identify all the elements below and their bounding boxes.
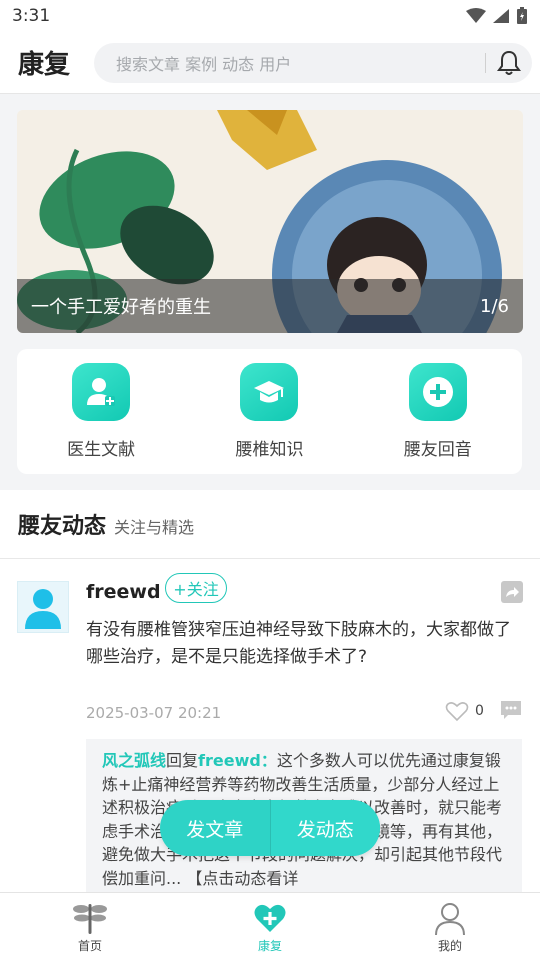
battery-icon xyxy=(517,7,527,24)
graduation-cap-icon xyxy=(240,363,299,421)
reply-from[interactable]: 风之弧线 xyxy=(102,751,166,770)
section-title: 腰友动态 xyxy=(18,514,107,539)
user-icon xyxy=(435,903,465,935)
status-bar: 3:31 xyxy=(0,0,540,32)
nav-label: 首页 xyxy=(77,939,102,953)
nav-label: 康复 xyxy=(257,939,282,953)
quick-item-spine-knowledge[interactable]: 腰椎知识 xyxy=(199,363,339,460)
like-count: 0 xyxy=(475,703,484,719)
section-header: 腰友动态 关注与精选 xyxy=(0,490,540,559)
heart-icon[interactable] xyxy=(445,699,469,723)
nav-item-mine[interactable]: 我的 xyxy=(390,893,510,960)
search-divider xyxy=(485,52,486,73)
quick-item-label: 医生文献 xyxy=(67,440,136,460)
quick-entries: 医生文献 腰椎知识 腰友回音 xyxy=(17,349,522,474)
signal-icon xyxy=(493,9,509,23)
wifi-icon xyxy=(466,8,486,23)
nav-item-home[interactable]: 首页 xyxy=(30,893,150,960)
doctor-icon xyxy=(72,363,131,421)
reply-separator: ： xyxy=(260,751,277,770)
quick-item-patient-echo[interactable]: 腰友回音 xyxy=(368,363,508,460)
quick-item-label: 腰友回音 xyxy=(403,440,472,460)
floating-action-bar: 发文章 发动态 xyxy=(160,800,380,856)
heart-plus-icon xyxy=(254,904,286,932)
banner-indicator: 1/6 xyxy=(480,295,509,317)
nav-item-rehab[interactable]: 康复 xyxy=(210,893,330,960)
home-dragonfly-icon xyxy=(73,904,107,934)
search-bar[interactable]: 搜索文章 案例 动态 用户 xyxy=(94,42,532,83)
bottom-nav: 首页 康复 我的 xyxy=(0,892,540,960)
share-icon[interactable] xyxy=(501,581,523,603)
reply-verb: 回复 xyxy=(166,751,199,770)
app-header: 康复 搜索文章 案例 动态 用户 xyxy=(0,32,540,94)
quick-item-doctor-literature[interactable]: 医生文献 xyxy=(31,363,171,460)
bell-icon[interactable] xyxy=(494,48,524,78)
banner-caption: 一个手工爱好者的重生 xyxy=(31,297,211,318)
status-time: 3:31 xyxy=(12,6,51,26)
post-time: 2025-03-07 20:21 xyxy=(86,704,222,722)
user-avatar-icon xyxy=(25,589,61,629)
post-article-button[interactable]: 发文章 xyxy=(160,800,270,856)
quick-item-label: 腰椎知识 xyxy=(235,440,304,460)
status-icons xyxy=(466,7,528,25)
section-subtitle: 关注与精选 xyxy=(114,518,195,537)
follow-button[interactable]: +关注 xyxy=(165,573,227,603)
post-text[interactable]: 有没有腰椎管狭窄压迫神经导致下肢麻木的，大家都做了哪些治疗，是不是只能选择做手术… xyxy=(86,617,526,671)
banner-caption-bar: 一个手工爱好者的重生 1/6 xyxy=(17,279,523,333)
post-update-button[interactable]: 发动态 xyxy=(269,800,380,856)
avatar[interactable] xyxy=(17,581,69,633)
reply-to[interactable]: freewd xyxy=(198,751,261,770)
plus-circle-icon xyxy=(408,363,467,421)
post-username[interactable]: freewd xyxy=(86,581,161,603)
nav-label: 我的 xyxy=(437,939,462,953)
search-input[interactable]: 搜索文章 案例 动态 用户 xyxy=(116,51,477,75)
banner-carousel[interactable]: 一个手工爱好者的重生 1/6 xyxy=(17,110,523,333)
comment-icon[interactable] xyxy=(499,698,523,722)
page-title: 康复 xyxy=(18,50,71,80)
